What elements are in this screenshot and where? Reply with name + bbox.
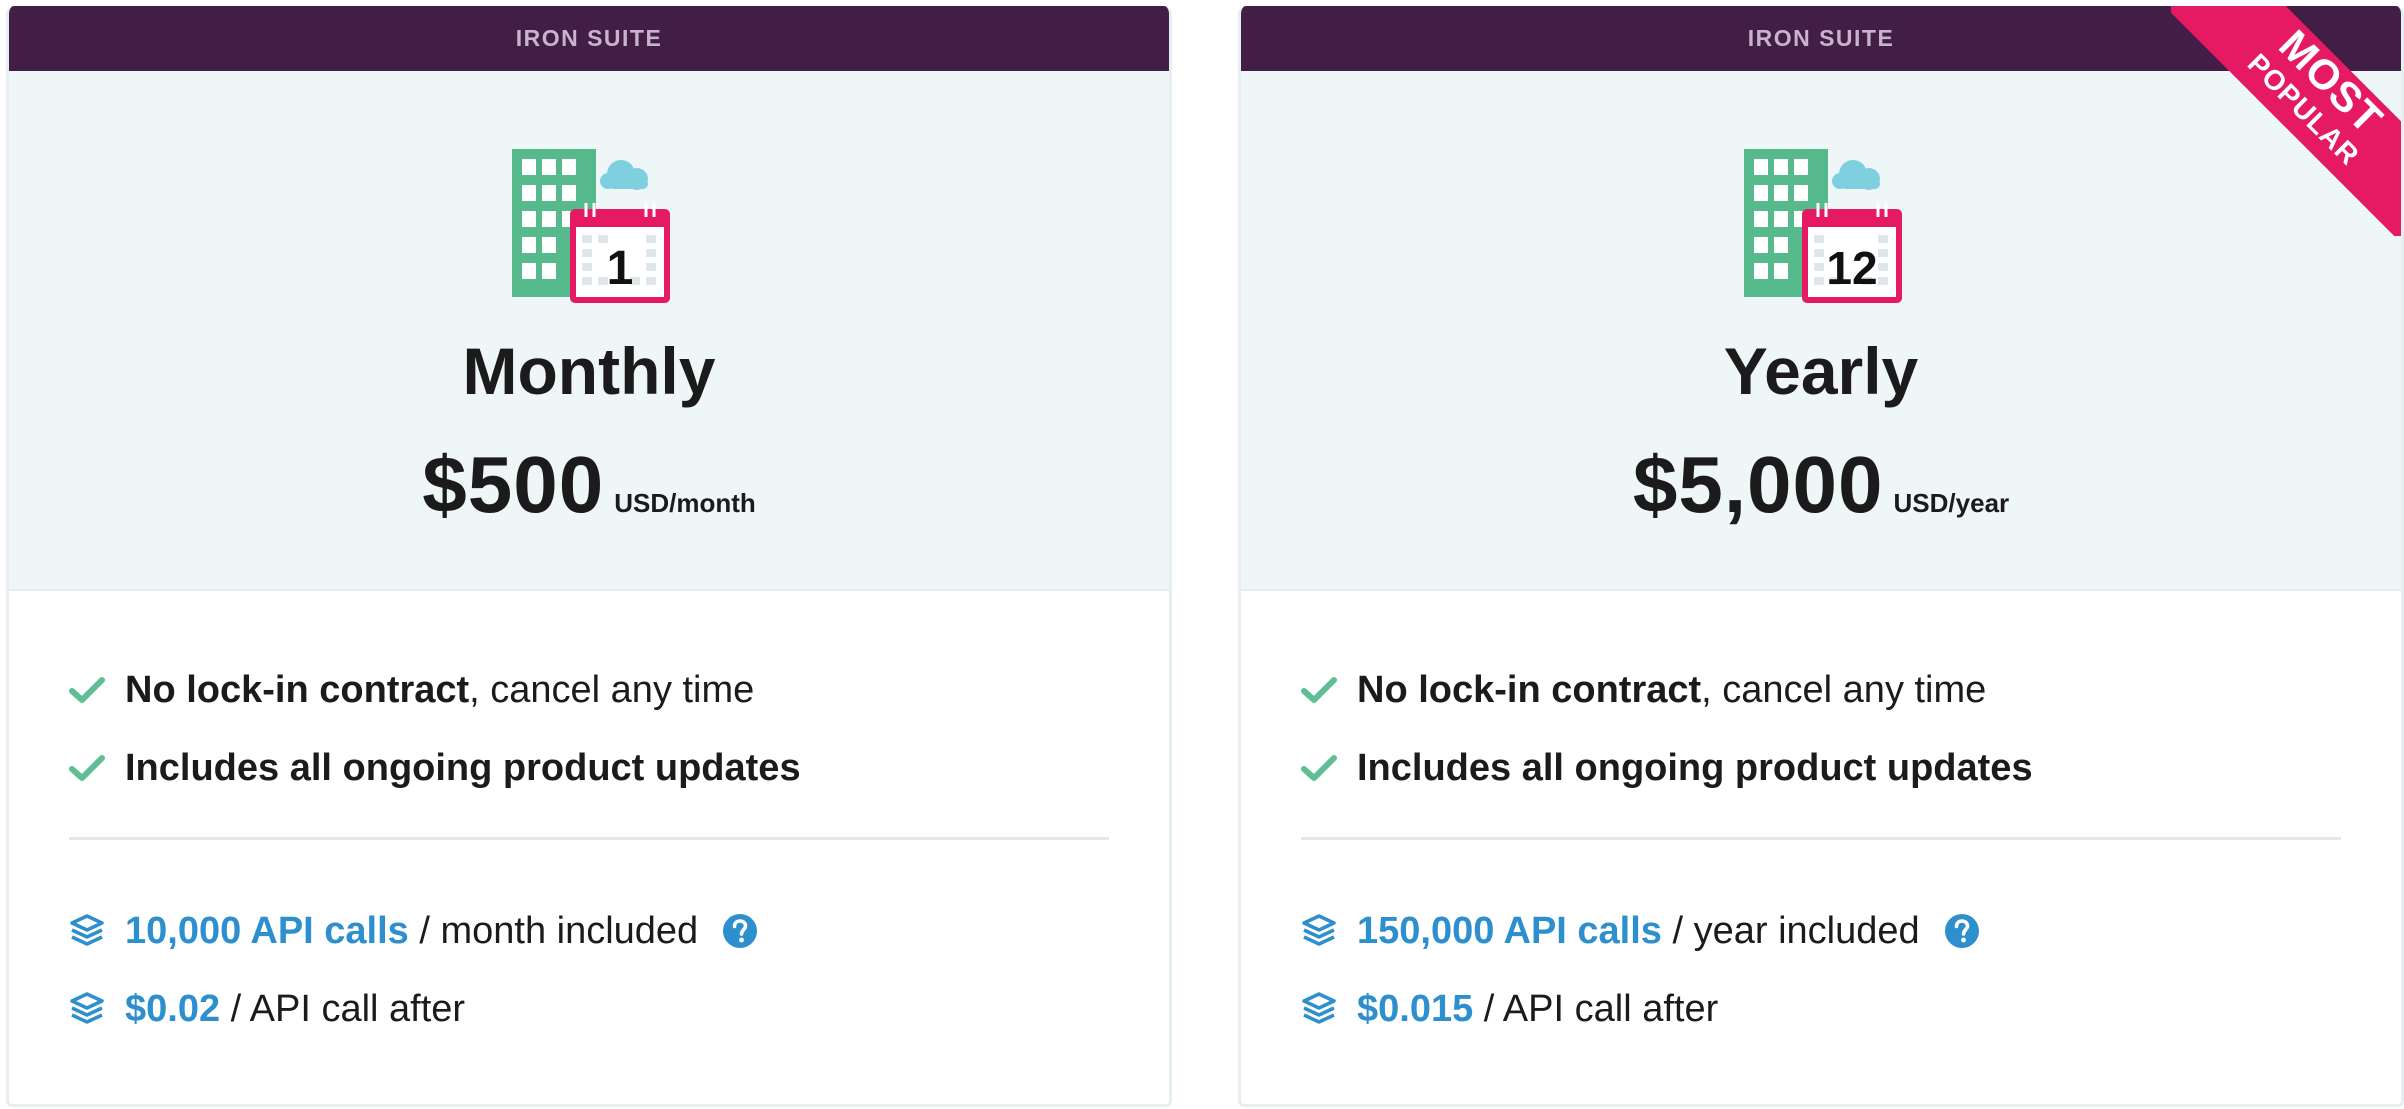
plan-hero: 1 Monthly $500 USD/month (9, 71, 1169, 591)
price-row: $5,000 USD/year (1241, 439, 2401, 531)
api-included-rest: / year included (1661, 909, 1920, 952)
feature-list: No lock-in contract, cancel any time Inc… (69, 651, 1109, 807)
building-calendar-icon: 1 (512, 149, 670, 303)
plan-name: Monthly (462, 334, 716, 408)
api-included-row: 10,000 API calls / month included (69, 892, 1109, 970)
api-overage-row: $0.015 / API call after (1301, 970, 2341, 1048)
layers-icon (1302, 992, 1336, 1024)
check-icon (1301, 677, 1337, 703)
feature-item: No lock-in contract, cancel any time (69, 651, 1109, 729)
api-included-rest: / month included (408, 909, 699, 952)
feature-bold: Includes all ongoing product updates (1357, 746, 2033, 789)
divider (69, 837, 1109, 840)
check-icon (1301, 755, 1337, 781)
feature-rest: , cancel any time (469, 668, 755, 711)
check-icon (69, 677, 105, 703)
price-unit: USD/month (614, 488, 756, 518)
api-overage-rest: / API call after (1473, 987, 1719, 1030)
api-overage-rest: / API call after (220, 987, 466, 1030)
api-overage-row: $0.02 / API call after (69, 970, 1109, 1048)
feature-bold: No lock-in contract (1357, 668, 1702, 711)
pricing-card-monthly: IRON SUITE 1 Monthly $500 USD/month No l… (6, 6, 1172, 1107)
price-unit: USD/year (1893, 488, 2010, 518)
feature-list: No lock-in contract, cancel any time Inc… (1301, 651, 2341, 807)
plan-price: $5,000 (1632, 440, 1884, 529)
feature-bold: No lock-in contract (125, 668, 470, 711)
feature-bold: Includes all ongoing product updates (125, 746, 801, 789)
feature-item: Includes all ongoing product updates (1301, 729, 2341, 807)
price-row: $500 USD/month (9, 439, 1169, 531)
api-overage-price: $0.015 (1357, 987, 1474, 1030)
question-circle-icon[interactable] (1944, 913, 1980, 949)
feature-item: Includes all ongoing product updates (69, 729, 1109, 807)
api-pricing: 10,000 API calls / month included $0.02 … (69, 892, 1109, 1048)
check-icon (69, 755, 105, 781)
feature-rest: , cancel any time (1701, 668, 1987, 711)
calendar-number: 1 (607, 242, 634, 295)
api-overage-price: $0.02 (125, 987, 221, 1030)
layers-icon (70, 914, 104, 946)
api-included-amount: 150,000 API calls (1357, 909, 1662, 952)
feature-item: No lock-in contract, cancel any time (1301, 651, 2341, 729)
suite-label: IRON SUITE (9, 6, 1169, 71)
api-included-amount: 10,000 API calls (125, 909, 409, 952)
api-included-row: 150,000 API calls / year included (1301, 892, 2341, 970)
api-pricing: 150,000 API calls / year included $0.015… (1301, 892, 2341, 1048)
calendar-number: 12 (1826, 242, 1877, 294)
divider (1301, 837, 2341, 840)
plan-price: $500 (422, 440, 605, 529)
pricing-card-yearly: IRON SUITE 12 Yearly $5,000 USD/year MOS… (1238, 6, 2404, 1107)
most-popular-badge: MOST POPULAR (2171, 6, 2401, 236)
question-circle-icon[interactable] (722, 913, 758, 949)
most-popular-ribbon: MOST POPULAR (2171, 6, 2401, 236)
plan-name: Yearly (1723, 334, 1919, 408)
layers-icon (70, 992, 104, 1024)
layers-icon (1302, 914, 1336, 946)
building-calendar-icon: 12 (1744, 149, 1902, 303)
